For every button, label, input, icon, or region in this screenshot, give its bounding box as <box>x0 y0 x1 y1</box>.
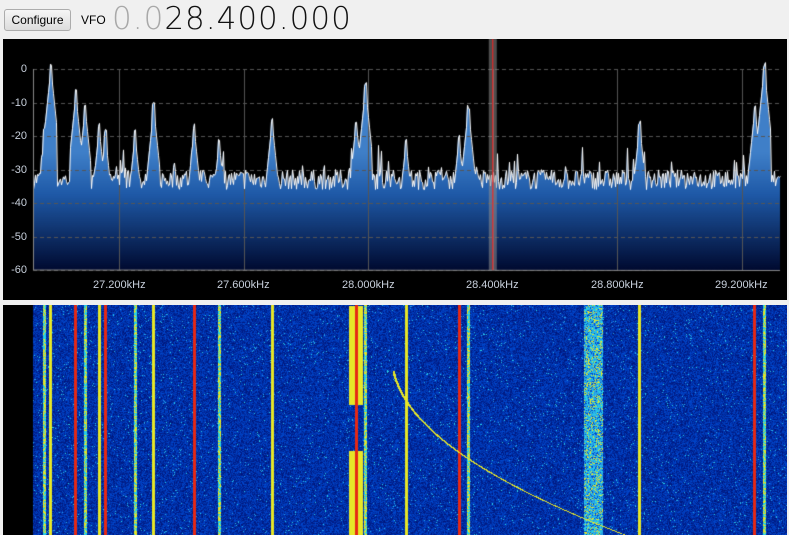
y-tick-label: -20 <box>11 130 27 142</box>
x-tick-label: 28.000kHz <box>342 279 395 291</box>
y-tick-label: -10 <box>11 97 27 109</box>
toolbar: Configure VFO 0.028.400.000 <box>0 0 789 38</box>
y-tick-label: -50 <box>11 231 27 243</box>
y-tick-label: -60 <box>11 264 27 276</box>
configure-button[interactable]: Configure <box>4 9 71 31</box>
x-tick-label: 28.800kHz <box>591 279 644 291</box>
y-tick-label: -30 <box>11 164 27 176</box>
spectrum-plot[interactable] <box>3 39 787 300</box>
waterfall-display[interactable] <box>3 305 787 535</box>
y-tick-label: 0 <box>20 63 27 75</box>
x-tick-label: 29.200kHz <box>715 279 768 291</box>
vfo-frequency-display[interactable]: 0.028.400.000 <box>112 1 352 37</box>
vfo-label: VFO <box>81 13 106 27</box>
x-tick-label: 27.200kHz <box>93 279 146 291</box>
spectrum-panel[interactable]: 0 -10 -20 -30 -40 -50 -60 27.200kHz 27.6… <box>3 39 787 300</box>
y-tick-label: -40 <box>11 197 27 209</box>
waterfall-panel[interactable] <box>3 305 787 535</box>
vfo-leading-digits[interactable]: 0.0 <box>112 1 164 37</box>
vfo-digits[interactable]: 28.400.000 <box>164 1 352 37</box>
x-tick-label: 27.600kHz <box>217 279 270 291</box>
x-tick-label: 28.400kHz <box>466 279 519 291</box>
